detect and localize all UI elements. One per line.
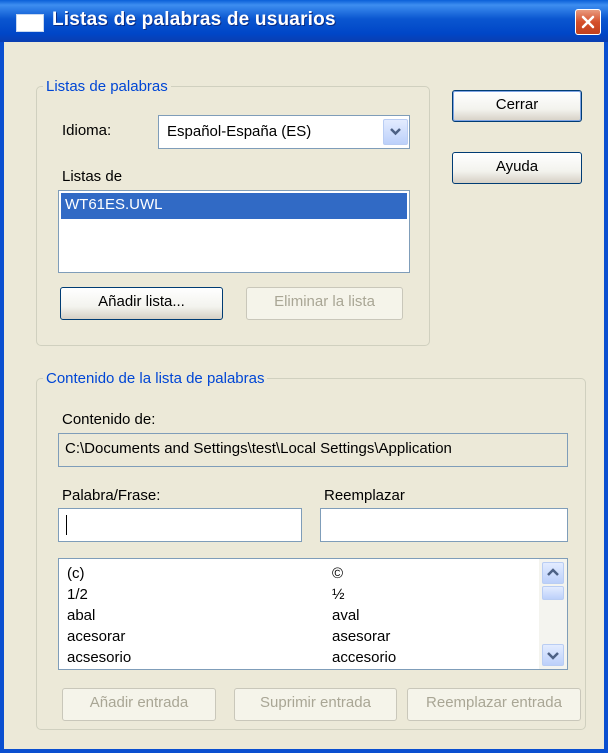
chevron-down-icon [390,128,401,136]
window-title: Listas de palabras de usuarios [52,9,336,30]
scroll-down-button[interactable] [542,644,564,666]
chevron-up-icon [547,568,559,576]
content-of-label: Contenido de: [62,411,156,428]
language-select[interactable]: Español-España (ES) [158,115,410,149]
close-icon [581,15,595,29]
entry-word: acsesorio [67,649,132,666]
entry-word: 1/2 [67,586,88,603]
entry-replacement: accesorio [332,649,397,666]
title-bar[interactable]: Listas de palabras de usuarios [0,0,608,42]
replace-input[interactable] [320,508,568,542]
language-dropdown-button[interactable] [383,119,408,145]
scroll-thumb[interactable] [542,586,564,600]
entry-replacement: asesorar [332,628,391,645]
content-group-legend: Contenido de la lista de palabras [46,370,265,387]
word-input[interactable] [58,508,302,542]
entry-replacement: ½ [332,586,345,603]
window-border-bottom [0,749,608,753]
wordlists-group-legend: Listas de palabras [46,78,168,95]
list-item[interactable]: WT61ES.UWL [61,193,407,219]
delete-entry-button[interactable]: Suprimir entrada [234,688,397,721]
list-item[interactable]: 1/2 ½ [67,586,537,607]
dialog-window: Listas de palabras de usuarios Cerrar Ay… [0,0,608,753]
entry-replacement: © [332,565,344,582]
entry-word: (c) [67,565,85,582]
entry-replacement: aval [332,607,360,624]
chevron-down-icon [547,652,559,660]
add-entry-button[interactable]: Añadir entrada [62,688,216,721]
ayuda-button[interactable]: Ayuda [452,152,582,184]
window-border-right [604,42,608,753]
add-list-button[interactable]: Añadir lista... [60,287,223,320]
list-item[interactable]: acesorar asesorar [67,628,537,649]
window-icon [16,14,44,32]
entries-listbox[interactable]: (c) © 1/2 ½ abal aval acesorar asesorar … [58,558,568,670]
replace-entry-button[interactable]: Reemplazar entrada [407,688,581,721]
cerrar-button[interactable]: Cerrar [452,90,582,122]
list-item[interactable]: acsesorio accesorio [67,649,537,669]
lists-label: Listas de [62,168,123,185]
close-window-button[interactable] [575,9,601,35]
text-caret [66,515,67,535]
scroll-up-button[interactable] [542,562,564,584]
language-select-value: Español-España (ES) [167,123,312,140]
content-path-field: C:\Documents and Settings\test\Local Set… [58,433,568,467]
list-item[interactable]: (c) © [67,565,537,586]
wordlists-listbox[interactable]: WT61ES.UWL [58,190,410,273]
replace-label: Reemplazar [324,487,405,504]
entries-scrollbar[interactable] [539,559,567,669]
window-border-left [0,42,4,753]
list-item[interactable]: abal aval [67,607,537,628]
entry-word: acesorar [67,628,126,645]
word-label: Palabra/Frase: [62,487,161,504]
entry-word: abal [67,607,96,624]
language-label: Idioma: [62,122,112,139]
remove-list-button[interactable]: Eliminar la lista [246,287,403,320]
